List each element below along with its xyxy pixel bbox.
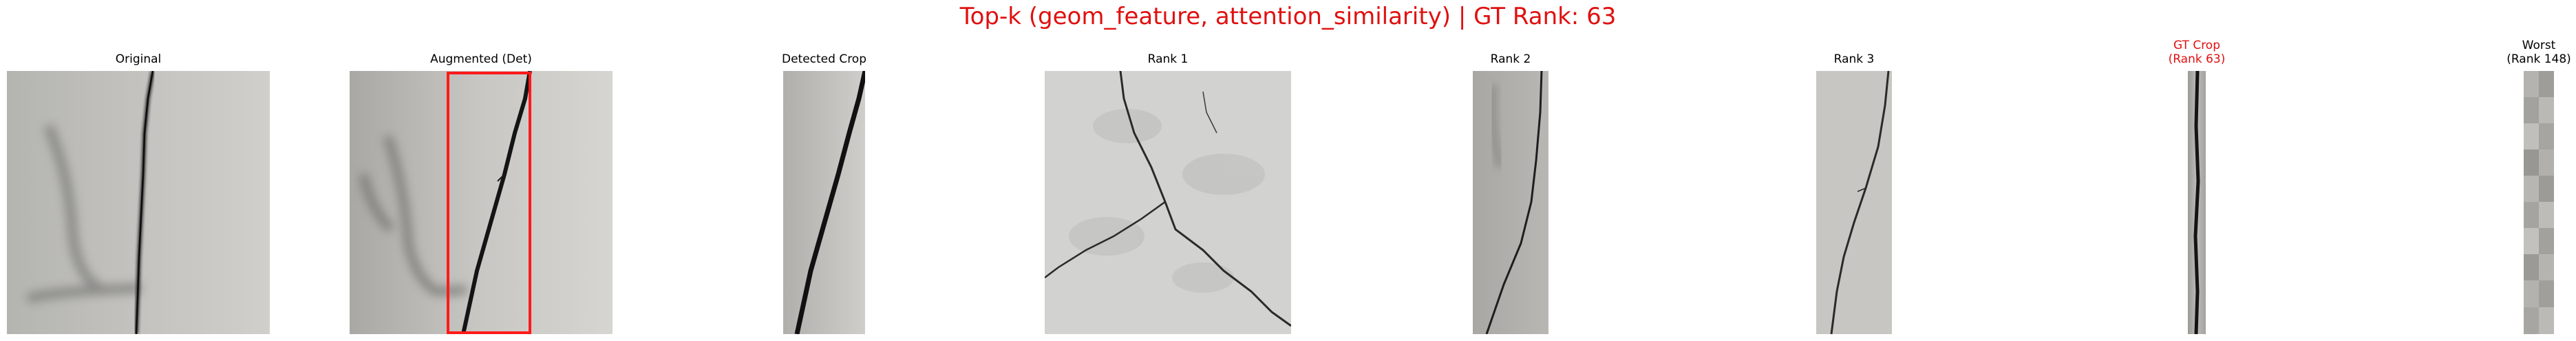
gt-label-line-1: GT Crop [2173,39,2221,52]
panel-rank-3: Rank 3 [1816,52,1892,334]
gt-label-line-2: (Rank 63) [2168,52,2226,66]
panel-rank-2: Rank 2 [1473,52,1548,334]
panel-worst: Worst (Rank 148) [2506,39,2571,334]
panel-label-rank-2: Rank 2 [1490,52,1531,66]
panel-label-augmented: Augmented (Det) [430,52,532,66]
rank-2-image [1473,71,1548,334]
figure-title: Top-k (geom_feature, attention_similarit… [959,3,1617,30]
worst-pixel-blocks [2524,71,2554,334]
augmented-crack-image [350,71,613,334]
panel-label-rank-1: Rank 1 [1147,52,1189,66]
panel-label-worst: Worst (Rank 148) [2420,39,2576,66]
worst-label-line-2: (Rank 148) [2506,52,2571,66]
rank-1-image [1045,71,1291,334]
worst-image [2524,71,2554,334]
panel-original: Original [7,52,270,334]
panel-rank-1: Rank 1 [1045,52,1291,334]
panel-augmented: Augmented (Det) [350,52,613,334]
gt-crop-image [2188,71,2206,334]
panel-label-detected-crop: Detected Crop [781,52,867,66]
panel-label-rank-3: Rank 3 [1833,52,1875,66]
original-crack-image [7,71,270,334]
panel-label-gt-crop: GT Crop (Rank 63) [2085,39,2309,66]
rank-3-image [1816,71,1892,334]
panel-detected-crop: Detected Crop [782,52,866,334]
detected-crop-image [783,71,865,334]
panel-gt-crop: GT Crop (Rank 63) [2169,39,2225,334]
worst-label-line-1: Worst [2522,39,2556,52]
